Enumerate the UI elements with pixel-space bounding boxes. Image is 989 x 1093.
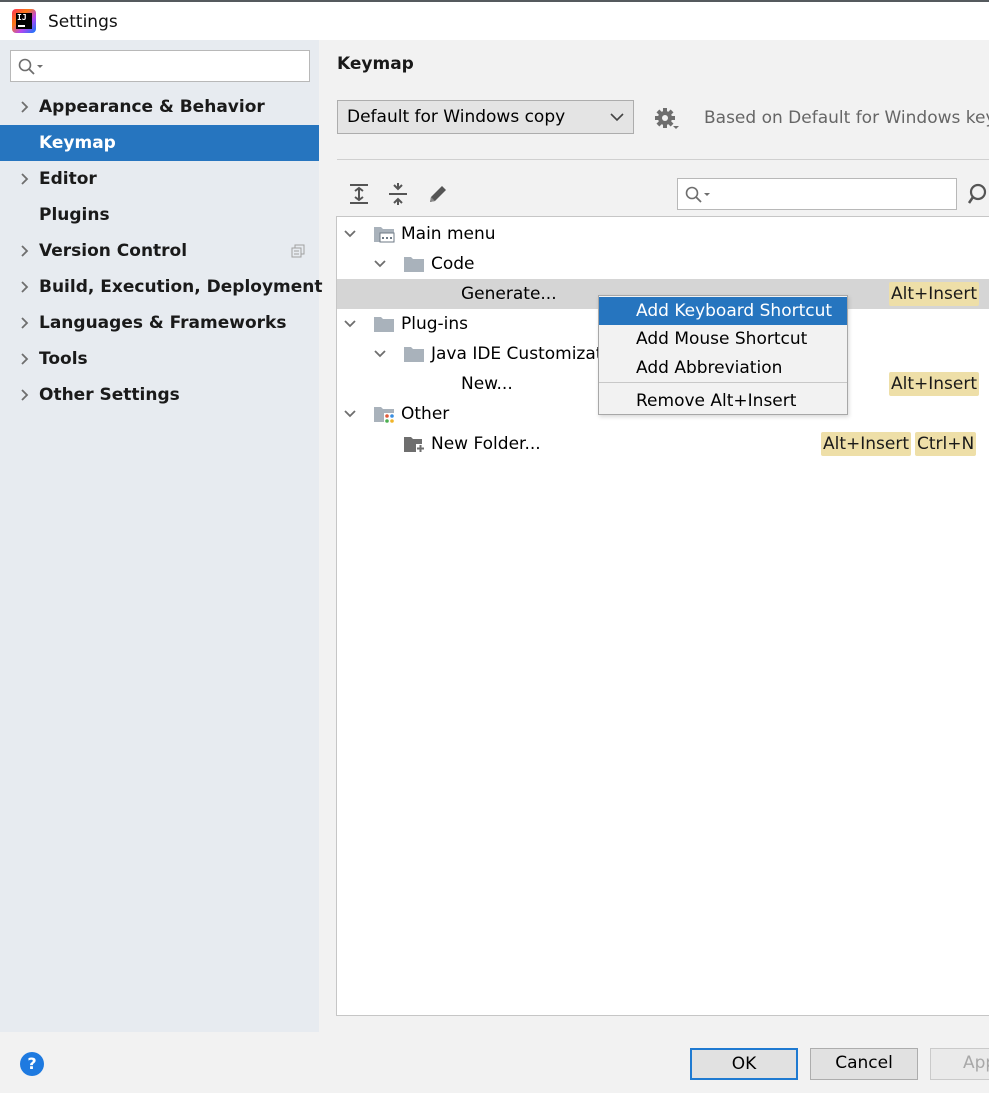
- main-menu-folder-icon: [374, 227, 395, 243]
- expand-all-icon[interactable]: [347, 182, 371, 206]
- tree-row-label: New Folder...: [431, 434, 541, 454]
- tree-row-label: Code: [431, 254, 475, 274]
- sidebar-item-plugins[interactable]: Plugins: [0, 197, 319, 233]
- menu-item-label: Add Mouse Shortcut: [636, 329, 808, 349]
- title-bar: IJ Settings: [0, 0, 989, 40]
- sidebar-item-label: Appearance & Behavior: [39, 97, 265, 117]
- menu-separator: [599, 382, 847, 383]
- sidebar-item-keymap[interactable]: Keymap: [0, 125, 319, 161]
- sidebar-item-other-settings[interactable]: Other Settings: [0, 377, 319, 413]
- logo-text: IJ: [17, 13, 27, 22]
- chevron-down-icon[interactable]: [373, 347, 387, 361]
- sidebar-item-label: Other Settings: [39, 385, 180, 405]
- chevron-down-icon[interactable]: [343, 317, 357, 331]
- shortcut-badge: Alt+Insert: [889, 372, 980, 396]
- tree-row-main-menu[interactable]: Main menu: [337, 219, 989, 249]
- sidebar-item-tools[interactable]: Tools: [0, 341, 319, 377]
- sidebar-item-editor[interactable]: Editor: [0, 161, 319, 197]
- shortcut-badge: Alt+Insert: [821, 432, 912, 456]
- menu-item-label: Add Keyboard Shortcut: [636, 301, 833, 321]
- edit-pencil-icon[interactable]: [426, 182, 450, 206]
- chevron-down-icon: [610, 113, 624, 122]
- chevron-down-icon[interactable]: [343, 227, 357, 241]
- window-title: Settings: [48, 12, 118, 32]
- find-by-shortcut-icon[interactable]: [966, 182, 989, 206]
- divider: [337, 159, 989, 160]
- chevron-down-icon[interactable]: [373, 257, 387, 271]
- chevron-right-icon[interactable]: [18, 280, 32, 294]
- tree-row-label: Main menu: [401, 224, 496, 244]
- tree-row-new-folder[interactable]: New Folder... Alt+Insert Ctrl+N: [337, 429, 989, 459]
- keymap-select[interactable]: Default for Windows copy: [337, 100, 634, 134]
- menu-item-label: Add Abbreviation: [636, 358, 783, 378]
- chevron-down-icon[interactable]: [343, 407, 357, 421]
- tree-row-label: Java IDE Customizati: [431, 344, 608, 364]
- chevron-right-icon[interactable]: [18, 244, 32, 258]
- menu-item-remove-shortcut[interactable]: Remove Alt+Insert: [599, 387, 847, 415]
- ok-button[interactable]: OK: [690, 1048, 798, 1080]
- tree-row-label: Plug-ins: [401, 314, 469, 334]
- based-on-text: Based on Default for Windows keym: [704, 108, 989, 128]
- sidebar-item-appearance-behavior[interactable]: Appearance & Behavior: [0, 89, 319, 125]
- folder-icon: [404, 257, 424, 272]
- action-search-input[interactable]: [677, 178, 957, 210]
- keymap-select-value: Default for Windows copy: [347, 107, 566, 127]
- context-menu: Add Keyboard Shortcut Add Mouse Shortcut…: [598, 295, 848, 415]
- chevron-right-icon[interactable]: [18, 352, 32, 366]
- sidebar-item-label: Build, Execution, Deployment: [39, 277, 323, 297]
- new-folder-icon: [404, 437, 425, 453]
- page-title: Keymap: [337, 54, 414, 74]
- folder-icon: [374, 317, 394, 332]
- apply-button[interactable]: App: [930, 1048, 989, 1080]
- other-folder-icon: [374, 407, 395, 423]
- search-icon: [685, 186, 710, 203]
- search-icon: [18, 58, 43, 75]
- intellij-logo-icon: IJ: [12, 9, 36, 33]
- sidebar-item-languages-frameworks[interactable]: Languages & Frameworks: [0, 305, 319, 341]
- collapse-all-icon[interactable]: [386, 182, 410, 206]
- shortcut-badge: Alt+Insert: [889, 282, 980, 306]
- folder-icon: [404, 347, 424, 362]
- menu-item-add-mouse-shortcut[interactable]: Add Mouse Shortcut: [599, 325, 847, 353]
- sidebar-item-version-control[interactable]: Version Control: [0, 233, 319, 269]
- shortcut-badge: Ctrl+N: [915, 432, 977, 456]
- menu-item-label: Remove Alt+Insert: [636, 391, 797, 411]
- sidebar-item-label: Version Control: [39, 241, 188, 261]
- sidebar-item-build-execution-deployment[interactable]: Build, Execution, Deployment: [0, 269, 323, 305]
- chevron-right-icon[interactable]: [18, 388, 32, 402]
- menu-item-add-abbreviation[interactable]: Add Abbreviation: [599, 354, 847, 382]
- project-settings-icon: [291, 244, 305, 258]
- tree-row-label: New...: [461, 374, 513, 394]
- cancel-button[interactable]: Cancel: [810, 1048, 918, 1080]
- sidebar-item-label: Tools: [39, 349, 88, 369]
- sidebar-item-label: Plugins: [39, 205, 110, 225]
- chevron-right-icon[interactable]: [18, 100, 32, 114]
- help-button[interactable]: ?: [20, 1052, 44, 1076]
- menu-item-add-keyboard-shortcut[interactable]: Add Keyboard Shortcut: [599, 297, 847, 325]
- sidebar-item-label: Keymap: [39, 133, 116, 153]
- sidebar-search-input[interactable]: [10, 50, 310, 82]
- settings-sidebar: Appearance & Behavior Keymap Editor Plug…: [0, 40, 323, 1032]
- tree-row-label: Generate...: [461, 284, 557, 304]
- tree-row-label: Other: [401, 404, 450, 424]
- tree-row-code[interactable]: Code: [337, 249, 989, 279]
- chevron-right-icon[interactable]: [18, 316, 32, 330]
- sidebar-item-label: Languages & Frameworks: [39, 313, 287, 333]
- gear-icon[interactable]: [654, 106, 682, 132]
- sidebar-item-label: Editor: [39, 169, 97, 189]
- chevron-right-icon[interactable]: [18, 172, 32, 186]
